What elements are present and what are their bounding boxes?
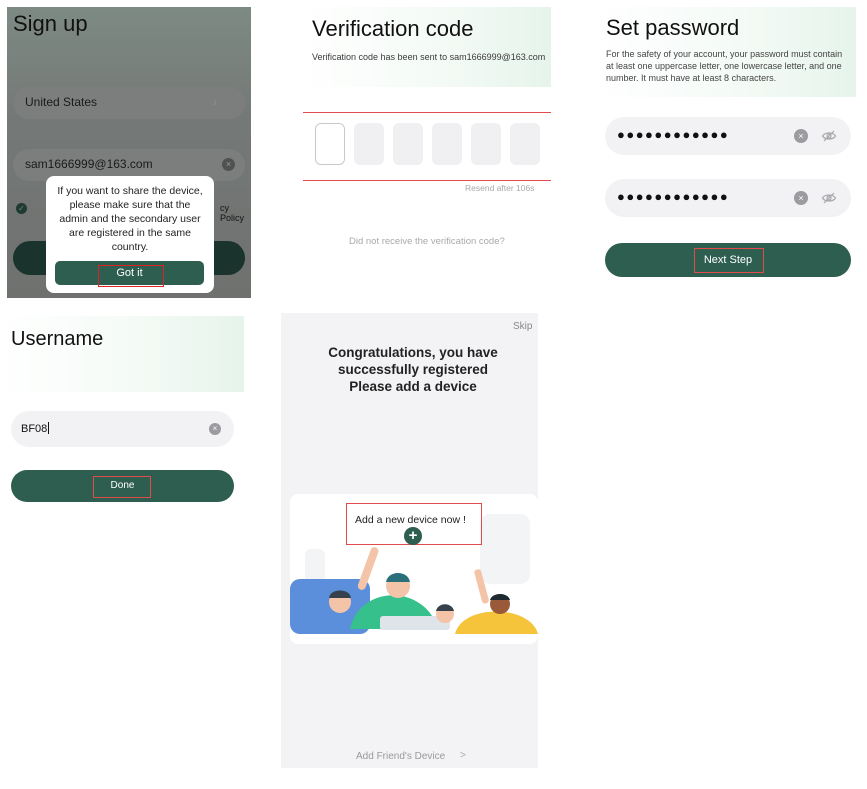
clear-icon[interactable]: × xyxy=(209,423,221,435)
check-icon[interactable]: ✓ xyxy=(16,203,27,214)
confirm-password-field[interactable]: ●●●●●●●●●●●● × xyxy=(605,179,851,217)
not-received-link[interactable]: Did not receive the verification code? xyxy=(349,236,505,247)
clear-icon[interactable]: × xyxy=(794,129,808,143)
privacy-policy-link[interactable]: cy Policy xyxy=(220,203,251,223)
eye-off-icon[interactable] xyxy=(821,190,837,206)
congrats-screen: Skip Congratulations, you have successfu… xyxy=(281,313,538,768)
highlight-box xyxy=(694,248,764,273)
set-password-screen: Set password For the safety of your acco… xyxy=(598,7,856,287)
username-value: BF08 xyxy=(21,422,50,435)
username-field[interactable]: BF08 × xyxy=(11,411,234,447)
verification-title: Verification code xyxy=(312,16,474,41)
dialog-message: If you want to share the device, please … xyxy=(57,185,203,253)
resend-timer: Resend after 106s xyxy=(465,183,535,193)
congrats-line-2: successfully registered xyxy=(337,362,489,377)
add-new-device-label[interactable]: Add a new device now ! xyxy=(355,514,466,526)
code-digit-1[interactable] xyxy=(315,123,345,165)
skip-button[interactable]: Skip xyxy=(513,321,532,332)
plus-icon[interactable]: + xyxy=(404,527,422,545)
congrats-line-1: Congratulations, you have xyxy=(328,345,498,360)
username-title: Username xyxy=(11,328,104,350)
code-digit-3[interactable] xyxy=(393,123,423,165)
password-dots: ●●●●●●●●●●●● xyxy=(617,127,730,142)
highlight-box xyxy=(98,265,164,287)
eye-off-icon[interactable] xyxy=(821,128,837,144)
username-screen: Username BF08 × Done xyxy=(1,316,244,584)
password-dots: ●●●●●●●●●●●● xyxy=(617,189,730,204)
code-digit-4[interactable] xyxy=(432,123,462,165)
password-description: For the safety of your account, your pas… xyxy=(606,49,843,83)
code-digit-5[interactable] xyxy=(471,123,501,165)
verification-subtitle: Verification code has been sent to sam16… xyxy=(312,52,546,62)
add-friends-device-link[interactable]: Add Friend's Device xyxy=(356,751,445,762)
code-digit-2[interactable] xyxy=(354,123,384,165)
highlight-box xyxy=(93,476,151,498)
chevron-right-icon: > xyxy=(460,750,466,761)
password-field[interactable]: ●●●●●●●●●●●● × xyxy=(605,117,851,155)
signup-screen: Sign up United States › sam1666999@163.c… xyxy=(7,7,251,298)
signup-title: Sign up xyxy=(13,11,88,36)
clear-icon[interactable]: × xyxy=(222,158,235,171)
chevron-right-icon: › xyxy=(213,95,217,109)
email-value: sam1666999@163.com xyxy=(25,157,153,171)
verification-screen: Verification code Verification code has … xyxy=(303,7,551,287)
congrats-message: Congratulations, you have successfully r… xyxy=(281,344,538,395)
password-title: Set password xyxy=(606,15,740,40)
country-select[interactable]: United States › xyxy=(13,87,245,119)
clear-icon[interactable]: × xyxy=(794,191,808,205)
congrats-line-3: Please add a device xyxy=(349,379,477,394)
country-value: United States xyxy=(25,95,98,109)
code-digit-6[interactable] xyxy=(510,123,540,165)
